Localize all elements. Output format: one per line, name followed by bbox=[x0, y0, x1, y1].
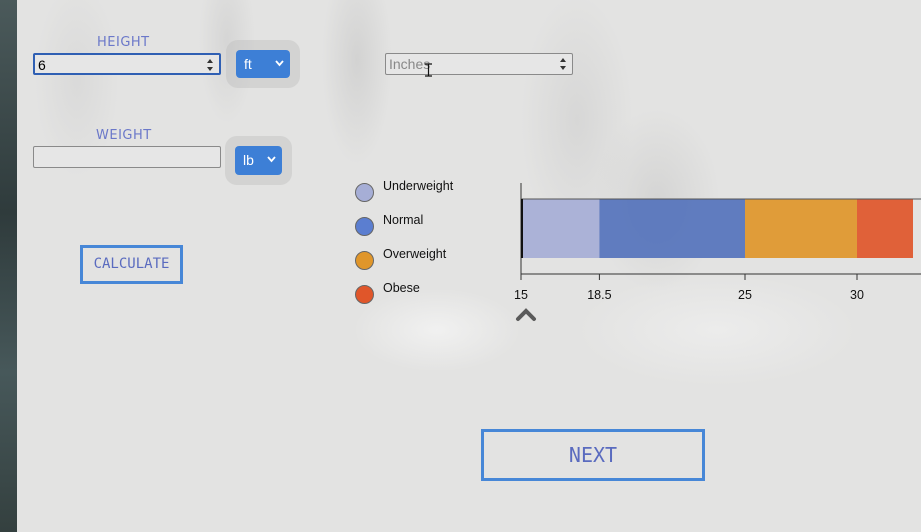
bmi-range-bar-obese bbox=[857, 199, 913, 258]
bmi-range-chart: 15 18.5 25 30 bbox=[514, 183, 921, 302]
bmi-range-bar-underweight bbox=[521, 199, 600, 258]
bmi-range-bar-overweight bbox=[745, 199, 857, 258]
x-tick-label: 30 bbox=[850, 288, 864, 302]
x-tick-label: 25 bbox=[738, 288, 752, 302]
bmi-marker-chevron-up-icon bbox=[516, 308, 536, 321]
range-shade bbox=[599, 199, 745, 258]
x-tick-label: 18.5 bbox=[587, 288, 611, 302]
x-tick-label: 15 bbox=[514, 288, 528, 302]
next-button[interactable]: NEXT bbox=[481, 429, 705, 481]
